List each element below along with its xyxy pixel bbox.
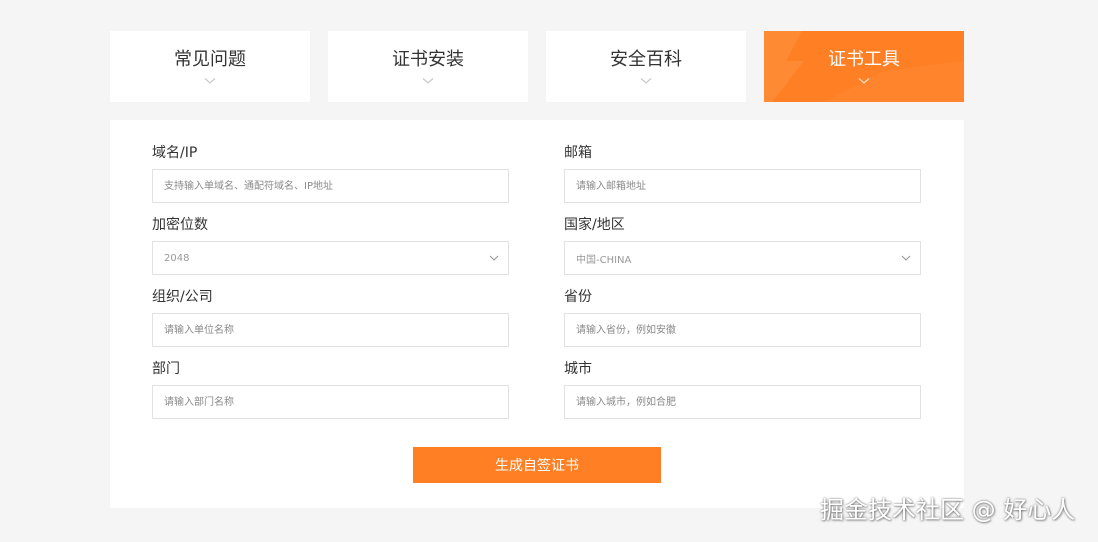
domain-label: 域名/IP xyxy=(152,145,198,161)
domain-field: 域名/IP xyxy=(152,144,509,216)
chevron-down-icon xyxy=(204,77,216,85)
organization-input-box xyxy=(152,313,509,347)
tab-label: 证书安装 xyxy=(392,49,464,70)
key-size-value: 2048 xyxy=(164,252,190,264)
city-field: 城市 xyxy=(564,360,921,432)
email-field: 邮箱 xyxy=(564,144,921,216)
email-label: 邮箱 xyxy=(564,145,592,161)
country-select[interactable]: 中国-CHINA xyxy=(564,241,921,275)
watermark: 掘金技术社区 @ 好心人 xyxy=(820,496,1076,524)
domain-input-box xyxy=(152,169,509,203)
email-input[interactable] xyxy=(565,170,920,202)
city-label: 城市 xyxy=(564,361,592,377)
tab-cert-install[interactable]: 证书安装 xyxy=(328,31,528,102)
tab-label: 安全百科 xyxy=(610,49,682,70)
tab-security-wiki[interactable]: 安全百科 xyxy=(546,31,746,102)
caret-down-icon xyxy=(489,255,499,261)
province-input-box xyxy=(564,313,921,347)
chevron-down-icon xyxy=(858,77,870,85)
country-label: 国家/地区 xyxy=(564,217,625,233)
tab-cert-tools[interactable]: 证书工具 xyxy=(764,31,964,102)
province-label: 省份 xyxy=(564,289,592,305)
form-column-left: 域名/IP 加密位数 2048 组织/公司 部门 xyxy=(152,144,509,432)
organization-field: 组织/公司 xyxy=(152,288,509,360)
organization-input[interactable] xyxy=(153,314,508,346)
department-input-box xyxy=(152,385,509,419)
key-size-field: 加密位数 2048 xyxy=(152,216,509,288)
country-value: 中国-CHINA xyxy=(576,254,632,266)
country-field: 国家/地区 中国-CHINA xyxy=(564,216,921,288)
province-field: 省份 xyxy=(564,288,921,360)
chevron-down-icon xyxy=(640,77,652,85)
city-input[interactable] xyxy=(565,386,920,418)
cert-form-panel: 域名/IP 加密位数 2048 组织/公司 部门 xyxy=(110,120,964,508)
tab-label: 证书工具 xyxy=(828,49,900,70)
form-column-right: 邮箱 国家/地区 中国-CHINA 省份 城市 xyxy=(564,144,921,432)
tab-label: 常见问题 xyxy=(174,49,246,70)
city-input-box xyxy=(564,385,921,419)
province-input[interactable] xyxy=(565,314,920,346)
department-input[interactable] xyxy=(153,386,508,418)
organization-label: 组织/公司 xyxy=(152,289,213,305)
department-label: 部门 xyxy=(152,361,180,377)
department-field: 部门 xyxy=(152,360,509,432)
chevron-down-icon xyxy=(422,77,434,85)
tab-faq[interactable]: 常见问题 xyxy=(110,31,310,102)
caret-down-icon xyxy=(901,255,911,261)
email-input-box xyxy=(564,169,921,203)
category-tabs: 常见问题 证书安装 安全百科 证书工具 xyxy=(110,31,964,102)
domain-input[interactable] xyxy=(153,170,508,202)
key-size-select[interactable]: 2048 xyxy=(152,241,509,275)
generate-cert-button[interactable]: 生成自签证书 xyxy=(413,447,661,483)
key-size-label: 加密位数 xyxy=(152,217,208,233)
